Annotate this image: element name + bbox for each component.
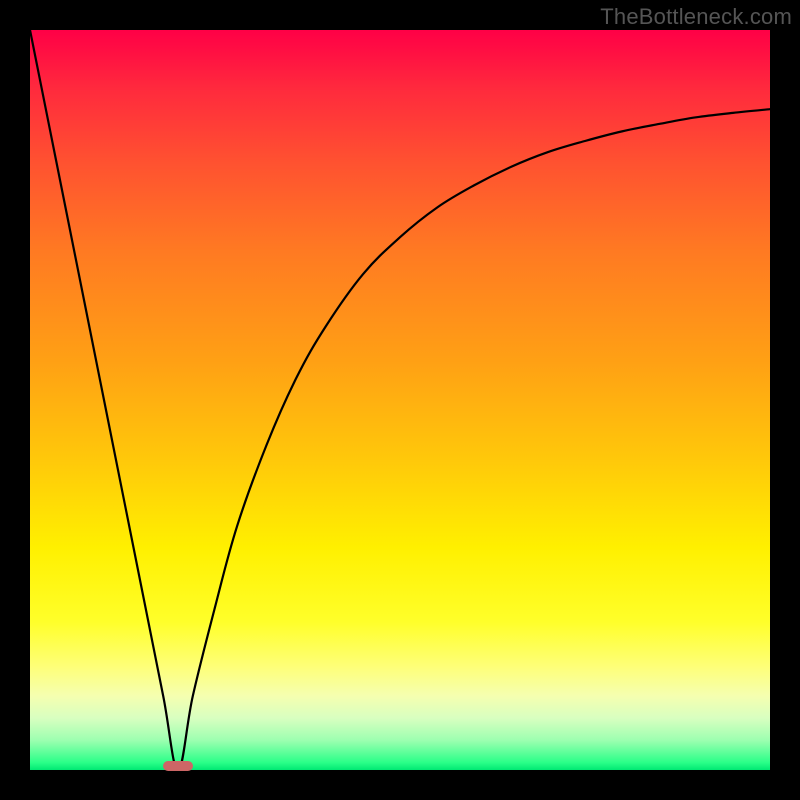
chart-frame: TheBottleneck.com — [0, 0, 800, 800]
bottleneck-curve — [30, 30, 770, 770]
plot-area — [30, 30, 770, 770]
optimal-marker — [163, 761, 193, 771]
curve-svg — [30, 30, 770, 770]
watermark-text: TheBottleneck.com — [600, 4, 792, 30]
